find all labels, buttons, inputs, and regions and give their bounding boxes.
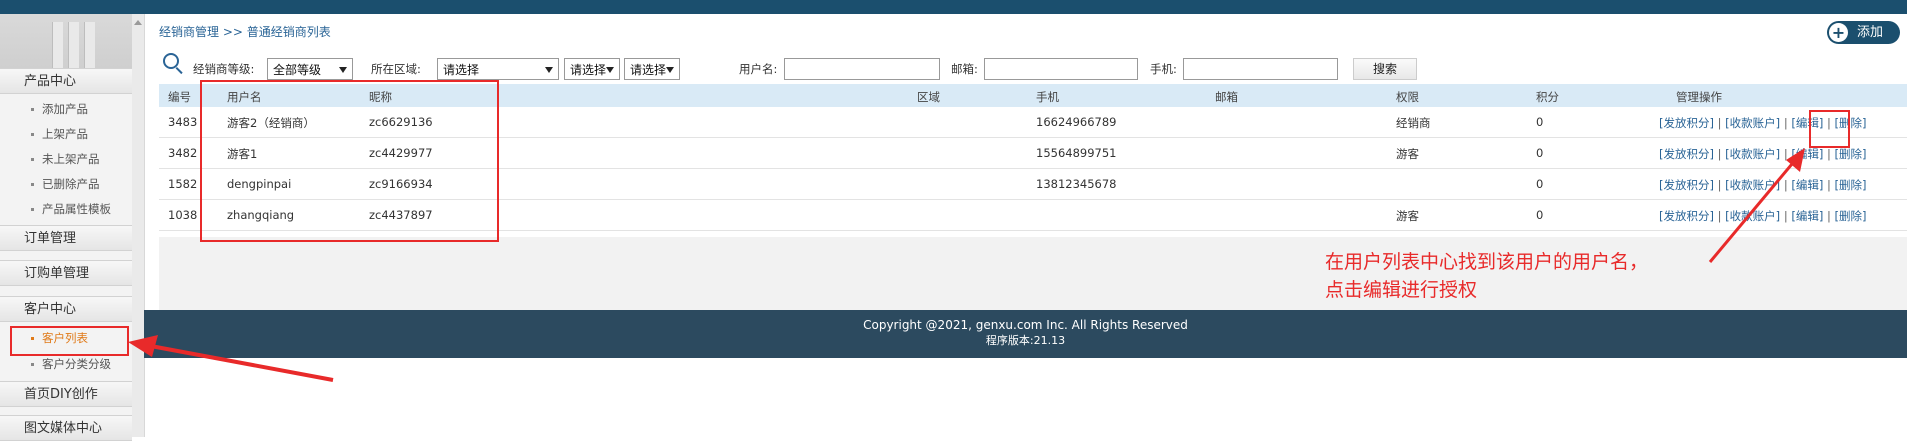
plus-icon: + <box>1829 23 1848 42</box>
menu-group-purchase-orders[interactable]: 订购单管理 <box>0 260 132 286</box>
bullet-icon <box>31 133 34 136</box>
grant-points-link[interactable]: [发放积分] <box>1659 178 1714 192</box>
payment-account-link[interactable]: [收款账户] <box>1725 116 1780 130</box>
col-actions: 管理操作 <box>1676 90 1722 104</box>
top-bar <box>0 0 1907 14</box>
bullet-icon <box>31 158 34 161</box>
col-points: 积分 <box>1536 90 1559 104</box>
cell-points: 0 <box>1536 208 1544 222</box>
cell-points: 0 <box>1536 146 1544 160</box>
col-email: 邮箱 <box>1215 90 1238 104</box>
chevron-down-icon <box>606 67 614 73</box>
col-phone: 手机 <box>1036 90 1059 104</box>
edit-link[interactable]: [编辑] <box>1791 147 1823 161</box>
cell-id: 1582 <box>168 177 198 191</box>
row-actions: [发放积分] | [收款账户] | [编辑] | [删除] <box>1659 147 1867 161</box>
edit-link[interactable]: [编辑] <box>1791 178 1823 192</box>
cell-permission: 游客 <box>1396 209 1419 223</box>
email-label: 邮箱: <box>951 62 978 76</box>
highlight-username-column <box>200 80 499 242</box>
grant-points-link[interactable]: [发放积分] <box>1659 116 1714 130</box>
level-select[interactable]: 全部等级 <box>267 58 353 80</box>
cell-id: 1038 <box>168 208 198 222</box>
menu-group-media-center[interactable]: 图文媒体中心 <box>0 415 132 441</box>
sidebar-logo <box>0 14 132 68</box>
row-actions: [发放积分] | [收款账户] | [编辑] | [删除] <box>1659 178 1867 192</box>
payment-account-link[interactable]: [收款账户] <box>1725 209 1780 223</box>
bullet-icon <box>31 363 34 366</box>
breadcrumb: 经销商管理 >> 普通经销商列表 <box>159 25 331 39</box>
cell-permission: 游客 <box>1396 147 1419 161</box>
bullet-icon <box>31 108 34 111</box>
add-button[interactable]: + 添加 <box>1827 21 1900 44</box>
chevron-down-icon <box>339 67 347 73</box>
annotation-text-line2: 点击编辑进行授权 <box>1325 279 1478 301</box>
chevron-down-icon <box>545 67 553 73</box>
bullet-icon <box>31 208 34 211</box>
cell-points: 0 <box>1536 115 1544 129</box>
menu-group-orders[interactable]: 订单管理 <box>0 225 132 251</box>
region-label: 所在区域: <box>371 62 421 76</box>
annotation-text-line1: 在用户列表中心找到该用户的用户名， <box>1325 251 1649 273</box>
delete-link[interactable]: [删除] <box>1835 147 1867 161</box>
col-id: 编号 <box>168 90 191 104</box>
menu-group-customers[interactable]: 客户中心 <box>0 296 132 322</box>
menu-item-product-templates[interactable]: 产品属性模板 <box>0 197 132 222</box>
cell-id: 3482 <box>168 146 198 160</box>
version-text: 程序版本:21.13 <box>985 334 1066 347</box>
row-actions: [发放积分] | [收款账户] | [编辑] | [删除] <box>1659 209 1867 223</box>
district-select[interactable]: 请选择 <box>624 58 680 80</box>
phone-input[interactable] <box>1183 58 1338 80</box>
sidebar-scrollbar[interactable] <box>132 14 144 437</box>
col-region: 区域 <box>917 90 940 104</box>
search-button[interactable]: 搜索 <box>1353 58 1417 80</box>
footer: Copyright @2021, genxu.com Inc. All Righ… <box>144 310 1907 358</box>
cell-phone: 13812345678 <box>1036 177 1117 191</box>
menu-item-unlisted-products[interactable]: 未上架产品 <box>0 147 132 172</box>
city-select[interactable]: 请选择 <box>564 58 620 80</box>
edit-link[interactable]: [编辑] <box>1791 209 1823 223</box>
cell-id: 3483 <box>168 115 198 129</box>
phone-label: 手机: <box>1150 62 1177 76</box>
username-label: 用户名: <box>739 62 778 76</box>
cell-phone: 16624966789 <box>1036 115 1117 129</box>
menu-item-listed-products[interactable]: 上架产品 <box>0 122 132 147</box>
search-icon <box>163 53 179 69</box>
delete-link[interactable]: [删除] <box>1835 178 1867 192</box>
bullet-icon <box>31 183 34 186</box>
menu-item-add-product[interactable]: 添加产品 <box>0 97 132 122</box>
cell-points: 0 <box>1536 177 1544 191</box>
email-input[interactable] <box>984 58 1138 80</box>
chevron-down-icon <box>666 67 674 73</box>
scroll-up-icon[interactable] <box>134 20 142 25</box>
cell-permission: 经销商 <box>1396 116 1431 130</box>
province-select[interactable]: 请选择 <box>437 58 559 80</box>
highlight-edit-link <box>1809 110 1850 148</box>
menu-item-deleted-products[interactable]: 已删除产品 <box>0 172 132 197</box>
delete-link[interactable]: [删除] <box>1835 209 1867 223</box>
highlight-customer-list <box>10 326 129 356</box>
grant-points-link[interactable]: [发放积分] <box>1659 209 1714 223</box>
grant-points-link[interactable]: [发放积分] <box>1659 147 1714 161</box>
level-label: 经销商等级: <box>193 62 255 76</box>
copyright-text: Copyright @2021, genxu.com Inc. All Righ… <box>863 318 1188 332</box>
payment-account-link[interactable]: [收款账户] <box>1725 147 1780 161</box>
username-input[interactable] <box>784 58 940 80</box>
menu-group-homepage-diy[interactable]: 首页DIY创作 <box>0 381 132 407</box>
cell-phone: 15564899751 <box>1036 146 1117 160</box>
menu-group-products[interactable]: 产品中心 <box>0 68 132 94</box>
col-permission: 权限 <box>1396 90 1419 104</box>
payment-account-link[interactable]: [收款账户] <box>1725 178 1780 192</box>
